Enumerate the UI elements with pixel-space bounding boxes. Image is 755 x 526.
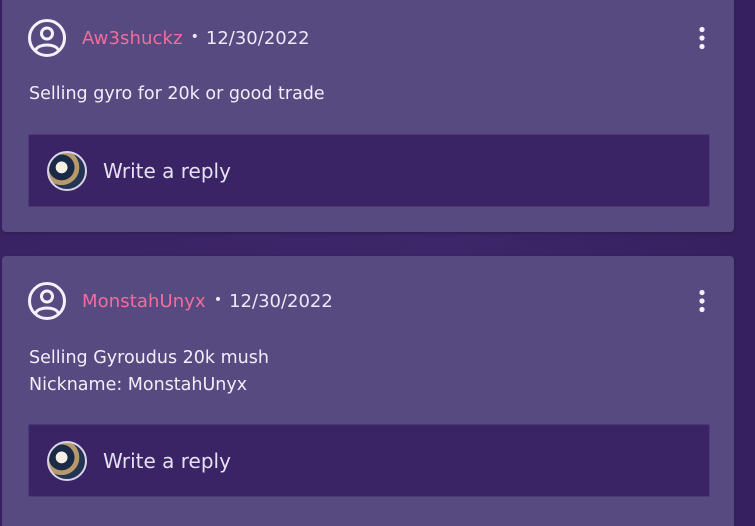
reply-input[interactable]: Write a reply	[28, 134, 710, 207]
post-author-link[interactable]: MonstahUnyx	[82, 291, 206, 312]
post-header: MonstahUnyx • 12/30/2022	[27, 280, 714, 322]
more-vertical-icon	[699, 289, 705, 313]
post-body-line: Selling gyro for 20k or good trade	[29, 84, 325, 104]
post-body: Selling gyro for 20k or good trade	[29, 81, 714, 108]
reply-placeholder: Write a reply	[103, 448, 231, 473]
posts-feed: Aw3shuckz • 12/30/2022 Selling gyro for …	[0, 0, 755, 526]
current-user-avatar	[47, 440, 87, 481]
user-circle-icon[interactable]	[27, 281, 67, 321]
meta-separator: •	[190, 29, 199, 45]
post-body-line: Nickname: MonstahUnyx	[29, 375, 248, 395]
more-options-button[interactable]	[690, 17, 714, 59]
meta-separator: •	[213, 292, 223, 308]
post-date: 12/30/2022	[229, 290, 333, 312]
current-user-avatar	[47, 150, 87, 191]
post-card: Aw3shuckz • 12/30/2022 Selling gyro for …	[2, 0, 734, 232]
more-options-button[interactable]	[690, 280, 714, 322]
reply-input[interactable]: Write a reply	[28, 424, 710, 497]
post-header: Aw3shuckz • 12/30/2022	[27, 17, 714, 59]
post-body: Selling Gyroudus 20k mush Nickname: Mons…	[29, 345, 714, 399]
post-body-line: Selling Gyroudus 20k mush	[29, 348, 269, 368]
user-circle-icon[interactable]	[27, 18, 67, 58]
post-card: MonstahUnyx • 12/30/2022 Selling Gyroudu…	[2, 256, 734, 526]
post-date: 12/30/2022	[205, 27, 310, 49]
more-vertical-icon	[699, 26, 705, 50]
post-author-link[interactable]: Aw3shuckz	[82, 28, 183, 49]
reply-placeholder: Write a reply	[103, 158, 231, 183]
